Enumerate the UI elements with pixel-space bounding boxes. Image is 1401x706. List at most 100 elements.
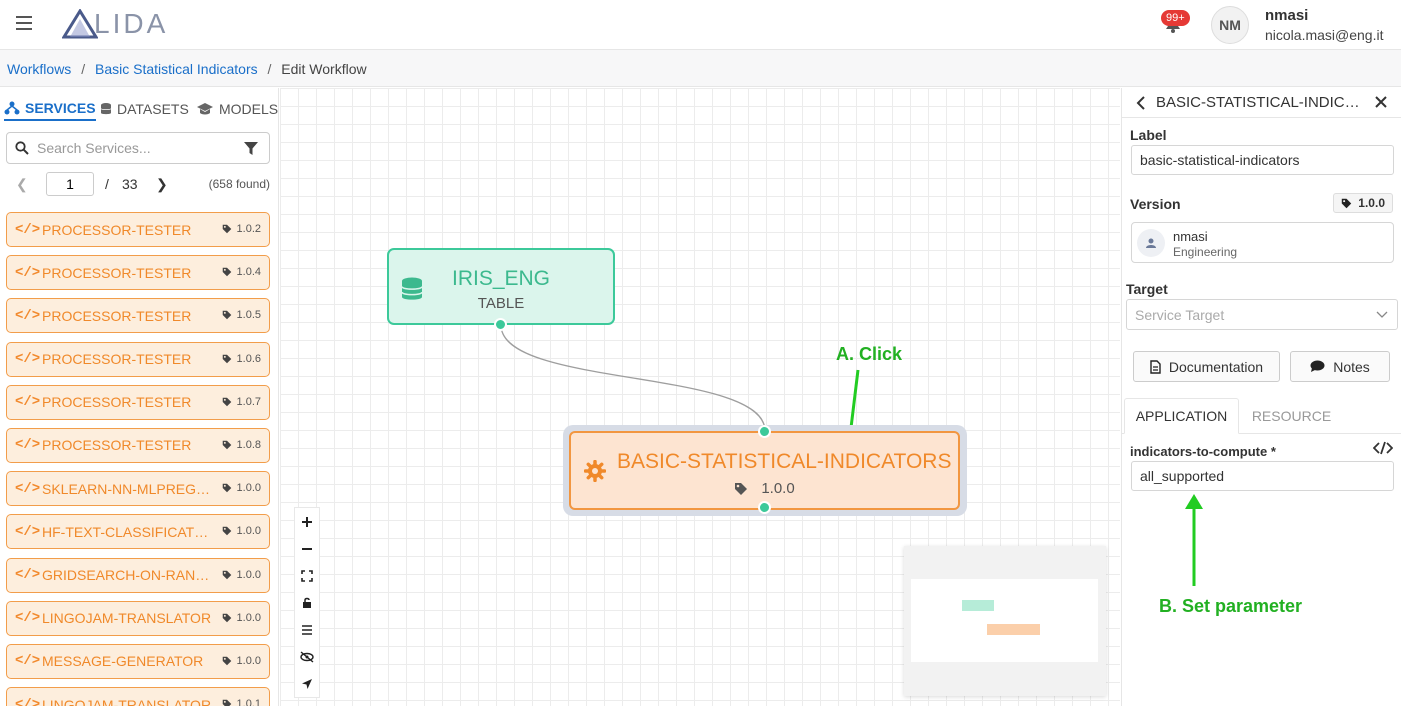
dataset-node[interactable]: IRIS_ENG TABLE xyxy=(387,248,615,325)
service-version: 1.0.8 xyxy=(222,439,261,451)
service-name: LINGOJAM-TRANSLATOR xyxy=(42,610,212,627)
service-version: 1.0.0 xyxy=(222,482,261,494)
tag-icon xyxy=(222,483,231,493)
search-box xyxy=(6,132,270,164)
service-list-item[interactable]: </> HF-TEXT-CLASSIFICATION 1.0.0 xyxy=(6,514,270,550)
next-page-icon[interactable]: ❯ xyxy=(156,176,168,193)
service-version-value: 1.0.0 xyxy=(236,568,261,581)
service-list-item[interactable]: </> LINGOJAM-TRANSLATOR 1.0.1 xyxy=(6,687,270,706)
avatar[interactable]: NM xyxy=(1211,6,1249,44)
service-list-item[interactable]: </> PROCESSOR-TESTER 1.0.4 xyxy=(6,255,270,291)
pagination: ❮ / 33 ❯ (658 found) xyxy=(0,172,278,198)
annotation-arrow-b xyxy=(1185,494,1203,586)
locate-icon[interactable] xyxy=(295,670,319,697)
dataset-output-handle[interactable] xyxy=(494,318,507,331)
service-version-value: 1.0.0 xyxy=(236,525,261,538)
service-list-item[interactable]: </> MESSAGE-GENERATOR 1.0.0 xyxy=(6,643,270,679)
zoom-out-icon[interactable] xyxy=(295,535,319,562)
tag-icon xyxy=(222,527,231,536)
user-icon xyxy=(1137,229,1165,257)
tag-icon xyxy=(735,482,748,495)
menu-icon[interactable] xyxy=(16,16,32,30)
minimap[interactable] xyxy=(904,546,1106,696)
service-list-item[interactable]: </> PROCESSOR-TESTER 1.0.6 xyxy=(6,341,270,377)
page-number-input[interactable] xyxy=(46,172,94,196)
service-list-item[interactable]: </> PROCESSOR-TESTER 1.0.5 xyxy=(6,298,270,334)
service-version-value: 1.0.8 xyxy=(236,438,261,451)
service-output-handle[interactable] xyxy=(758,501,771,514)
service-name: MESSAGE-GENERATOR xyxy=(42,653,204,670)
code-icon[interactable] xyxy=(1373,441,1393,455)
service-version-value: 1.0.1 xyxy=(236,698,261,706)
service-version-value: 1.0.0 xyxy=(236,654,261,667)
search-input[interactable] xyxy=(37,140,227,156)
service-name: PROCESSOR-TESTER xyxy=(42,394,192,411)
comment-icon xyxy=(1310,360,1325,372)
logo-text: LIDA xyxy=(94,8,169,39)
notes-button[interactable]: Notes xyxy=(1290,351,1390,382)
breadcrumb-workflows[interactable]: Workflows xyxy=(7,61,71,77)
version-badge[interactable]: 1.0.0 xyxy=(1333,193,1393,213)
tab-application[interactable]: APPLICATION xyxy=(1124,398,1239,434)
filter-icon[interactable] xyxy=(243,141,259,156)
panel-header: BASIC-STATISTICAL-INDICA... xyxy=(1122,88,1401,118)
breadcrumb-workflow-name[interactable]: Basic Statistical Indicators xyxy=(95,61,258,77)
code-icon: </> xyxy=(15,307,41,324)
sidebar-tabs: SERVICES DATASETS MODELS xyxy=(0,97,278,127)
target-select[interactable]: Service Target xyxy=(1126,299,1398,330)
service-node-version-row: 1.0.0 xyxy=(571,480,958,497)
chevron-left-icon[interactable] xyxy=(1136,95,1146,111)
documentation-button[interactable]: Documentation xyxy=(1133,351,1280,382)
service-list-item[interactable]: </> LINGOJAM-TRANSLATOR 1.0.0 xyxy=(6,600,270,636)
breadcrumb-separator: / xyxy=(267,61,272,77)
service-version: 1.0.0 xyxy=(222,569,261,581)
tag-icon xyxy=(222,440,231,450)
service-name: PROCESSOR-TESTER xyxy=(42,221,192,238)
workflow-edge xyxy=(500,324,766,432)
service-version: 1.0.0 xyxy=(222,612,261,624)
properties-panel: BASIC-STATISTICAL-INDICA... Label basic-… xyxy=(1121,88,1401,706)
tab-models[interactable]: MODELS xyxy=(196,97,278,121)
code-icon: </> xyxy=(15,394,41,411)
lock-icon[interactable] xyxy=(295,589,319,616)
app-logo[interactable]: LIDA xyxy=(62,8,168,40)
logo-triangle-icon xyxy=(62,9,98,39)
prev-page-icon[interactable]: ❮ xyxy=(16,176,28,193)
service-list-item[interactable]: </> PROCESSOR-TESTER 1.0.2 xyxy=(6,212,270,247)
tab-services[interactable]: SERVICES xyxy=(4,97,96,121)
service-name: GRIDSEARCH-ON-RAND... xyxy=(42,567,212,583)
tag-icon xyxy=(222,267,231,277)
breadcrumb-separator: / xyxy=(81,61,86,77)
version-value: 1.0.0 xyxy=(1358,196,1385,210)
service-version-value: 1.0.6 xyxy=(236,352,261,365)
tab-datasets-label: DATASETS xyxy=(117,101,189,117)
service-list-item[interactable]: </> PROCESSOR-TESTER 1.0.7 xyxy=(6,384,270,420)
minimap-viewport xyxy=(911,579,1098,662)
service-version-value: 1.0.0 xyxy=(236,611,261,624)
service-version-value: 1.0.0 xyxy=(236,482,261,495)
fit-view-icon[interactable] xyxy=(295,562,319,589)
service-list-item[interactable]: </> SKLEARN-NN-MLPREGRE... 1.0.0 xyxy=(6,471,270,507)
tab-datasets[interactable]: DATASETS xyxy=(100,97,189,121)
workflow-canvas[interactable]: IRIS_ENG TABLE BASIC-STATISTICAL-INDICAT… xyxy=(280,88,1120,706)
service-input-handle[interactable] xyxy=(758,425,771,438)
annotation-b: B. Set parameter xyxy=(1159,596,1303,616)
canvas-controls xyxy=(294,507,320,698)
owner-card: nmasi Engineering xyxy=(1131,222,1394,263)
tag-icon xyxy=(222,656,231,666)
service-list-item[interactable]: </> GRIDSEARCH-ON-RAND... 1.0.0 xyxy=(6,557,270,593)
label-input[interactable]: basic-statistical-indicators xyxy=(1131,145,1394,175)
zoom-in-icon[interactable] xyxy=(295,508,319,535)
breadcrumb: Workflows / Basic Statistical Indicators… xyxy=(0,50,1401,87)
service-version: 1.0.4 xyxy=(222,266,261,278)
network-icon xyxy=(4,101,20,115)
gear-icon xyxy=(584,460,606,482)
list-icon[interactable] xyxy=(295,616,319,643)
close-icon[interactable] xyxy=(1374,95,1388,109)
service-node[interactable]: BASIC-STATISTICAL-INDICATORS 1.0.0 xyxy=(569,431,960,510)
eye-slash-icon[interactable] xyxy=(295,643,319,670)
parameter-input[interactable]: all_supported xyxy=(1131,461,1394,491)
tab-resource[interactable]: RESOURCE xyxy=(1244,398,1339,434)
tab-models-label: MODELS xyxy=(219,101,279,117)
service-list-item[interactable]: </> PROCESSOR-TESTER 1.0.8 xyxy=(6,427,270,463)
